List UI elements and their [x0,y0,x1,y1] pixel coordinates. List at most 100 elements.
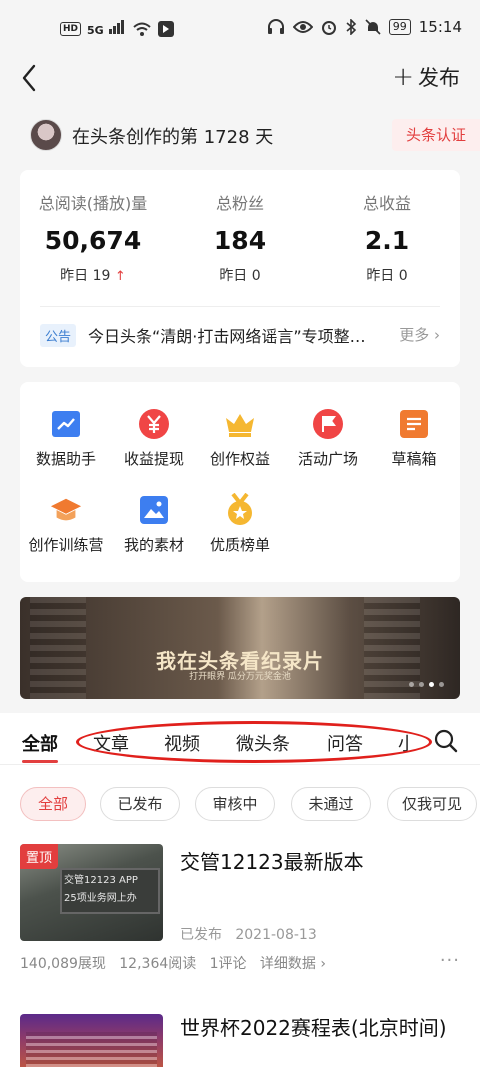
tool-drafts[interactable]: 草稿箱 [370,408,458,469]
carousel-dot [419,682,424,687]
tab-videos[interactable]: 视频 [164,730,200,756]
tool-label: 数据助手 [35,450,96,468]
tool-rights[interactable]: 创作权益 [196,408,284,469]
article-detail-label: 详细数据 [259,956,316,972]
banner-subtitle: 打开眼界 瓜分万元奖金池 [189,672,291,682]
stat-delta: 昨日 0 [167,265,313,285]
filter-private[interactable]: 仅我可见 [387,787,477,821]
stat-reads[interactable]: 总阅读(播放)量 50,674 昨日 19 ↑ [20,190,166,285]
notice-more-label: 更多 [399,326,430,344]
article-date: 2021-08-13 [235,927,317,943]
carousel-dot [409,682,414,687]
cert-button[interactable]: 头条认证 [392,119,480,151]
tool-label: 草稿箱 [391,450,437,468]
tab-more[interactable]: 小 [398,730,408,756]
app-notification-icon [157,20,174,37]
active-tab-indicator [22,760,58,763]
image-icon [138,494,170,526]
more-options-icon[interactable]: ··· [440,950,460,971]
carousel-dots [409,682,444,687]
thumbnail-text: 交管12123 APP 25项业务网上办 [64,872,138,908]
filter-published[interactable]: 已发布 [100,787,180,821]
publish-label: 发布 [418,66,460,90]
avatar[interactable] [30,119,62,151]
tool-label: 收益提现 [123,450,184,468]
thumbnail-schedule [26,1032,157,1067]
search-icon[interactable] [434,729,458,753]
divider [40,306,440,307]
stat-delta-value: 0 [398,268,408,284]
notice-tag: 公告 [40,324,77,347]
tool-materials[interactable]: 我的素材 [110,494,198,555]
article-meta: 已发布 2021-08-13 [180,924,317,944]
tab-micro-posts[interactable]: 微头条 [236,730,290,756]
stat-delta-label: 昨日 [219,268,248,284]
article-detail-link[interactable]: 详细数据 › [260,956,326,972]
article-stats: 140,089展现 12,364阅读 1评论 详细数据 › [20,953,460,973]
thumbnail-text-line: 交管12123 APP [64,875,138,886]
yen-icon [138,408,170,440]
graduation-cap-icon [50,494,82,526]
article-status: 已发布 [180,927,222,943]
notice-more-link[interactable]: 更多 › [399,324,440,345]
article-item[interactable]: 交管12123 APP 25项业务网上办 置顶 交管12123最新版本 已发布 … [20,844,460,984]
carousel-dot-active [429,682,434,687]
mute-icon [365,19,381,35]
tab-all[interactable]: 全部 [22,730,58,756]
article-title[interactable]: 交管12123最新版本 [180,848,460,876]
tab-articles[interactable]: 文章 [93,730,129,756]
tool-withdraw[interactable]: 收益提现 [110,408,198,469]
article-item[interactable]: 世界杯2022赛程表(北京时间) [20,1014,460,1067]
clock: 15:14 [418,18,462,36]
tool-label: 创作权益 [209,450,270,468]
status-right: 99 15:14 [267,18,462,36]
notice-text[interactable]: 今日头条“清朗·打击网络谣言”专项整… [88,323,380,347]
promo-banner[interactable]: 我在头条看纪录片 打开眼界 瓜分万元奖金池 [20,597,460,699]
filter-all[interactable]: 全部 [20,787,86,821]
wifi-icon [132,22,151,36]
tool-activities[interactable]: 活动广场 [284,408,372,469]
article-thumbnail: 交管12123 APP 25项业务网上办 置顶 [20,844,163,941]
article-views: 140,089展现 [20,956,106,972]
headphones-icon [267,19,284,34]
chevron-left-icon[interactable] [16,60,46,96]
chevron-right-icon: › [434,326,440,344]
flag-icon [312,408,344,440]
stat-delta-label: 昨日 [60,268,89,284]
filter-reviewing[interactable]: 审核中 [195,787,275,821]
tools-card: 数据助手 收益提现 创作权益 活动广场 草稿箱 创作训练营 我的素材 优质榜单 [20,382,460,582]
creator-days: 在头条创作的第 1728 天 [72,127,274,148]
hd-icon: HD [60,21,82,36]
stat-label: 总粉丝 [215,194,264,213]
tool-rankings[interactable]: 优质榜单 [196,493,284,555]
thumbnail-text-line: 25项业务网上办 [64,893,137,904]
stat-delta-value: 0 [251,268,261,284]
creator-info: 在头条创作的第 1728 天 头条认证 [0,113,480,159]
notice-bar[interactable]: 公告 今日头条“清朗·打击网络谣言”专项整… 更多 › [40,323,440,349]
tool-data-assistant[interactable]: 数据助手 [22,408,110,469]
tool-label: 创作训练营 [28,536,104,554]
article-reads: 12,364阅读 [119,956,197,972]
signal-label: 5G [87,24,104,37]
carousel-dot [439,682,444,687]
stat-delta: 昨日 0 [314,265,460,285]
stat-income[interactable]: 总收益 2.1 昨日 0 [314,190,460,285]
plus-icon: + [392,62,414,92]
signal-icon: 5G [87,20,126,37]
publish-button[interactable]: + 发布 [392,62,460,92]
tab-qa[interactable]: 问答 [327,730,363,756]
status-bar: HD 5G 99 15:14 [0,0,480,56]
stat-label: 总阅读(播放)量 [38,194,148,213]
tool-training[interactable]: 创作训练营 [22,494,110,555]
stat-fans[interactable]: 总粉丝 184 昨日 0 [167,190,313,285]
stats-card: 总阅读(播放)量 50,674 昨日 19 ↑ 总粉丝 184 昨日 0 总收益… [20,170,460,367]
article-title[interactable]: 世界杯2022赛程表(北京时间) [180,1014,460,1042]
filter-rejected[interactable]: 未通过 [291,787,371,821]
bluetooth-icon [346,19,356,35]
tool-label: 我的素材 [123,536,184,554]
stat-delta: 昨日 19 ↑ [20,265,166,285]
content-tabs: 全部 文章 视频 微头条 问答 小 [0,713,480,765]
stat-value: 184 [213,226,267,255]
tool-label: 活动广场 [297,450,358,468]
medal-icon [224,493,256,526]
